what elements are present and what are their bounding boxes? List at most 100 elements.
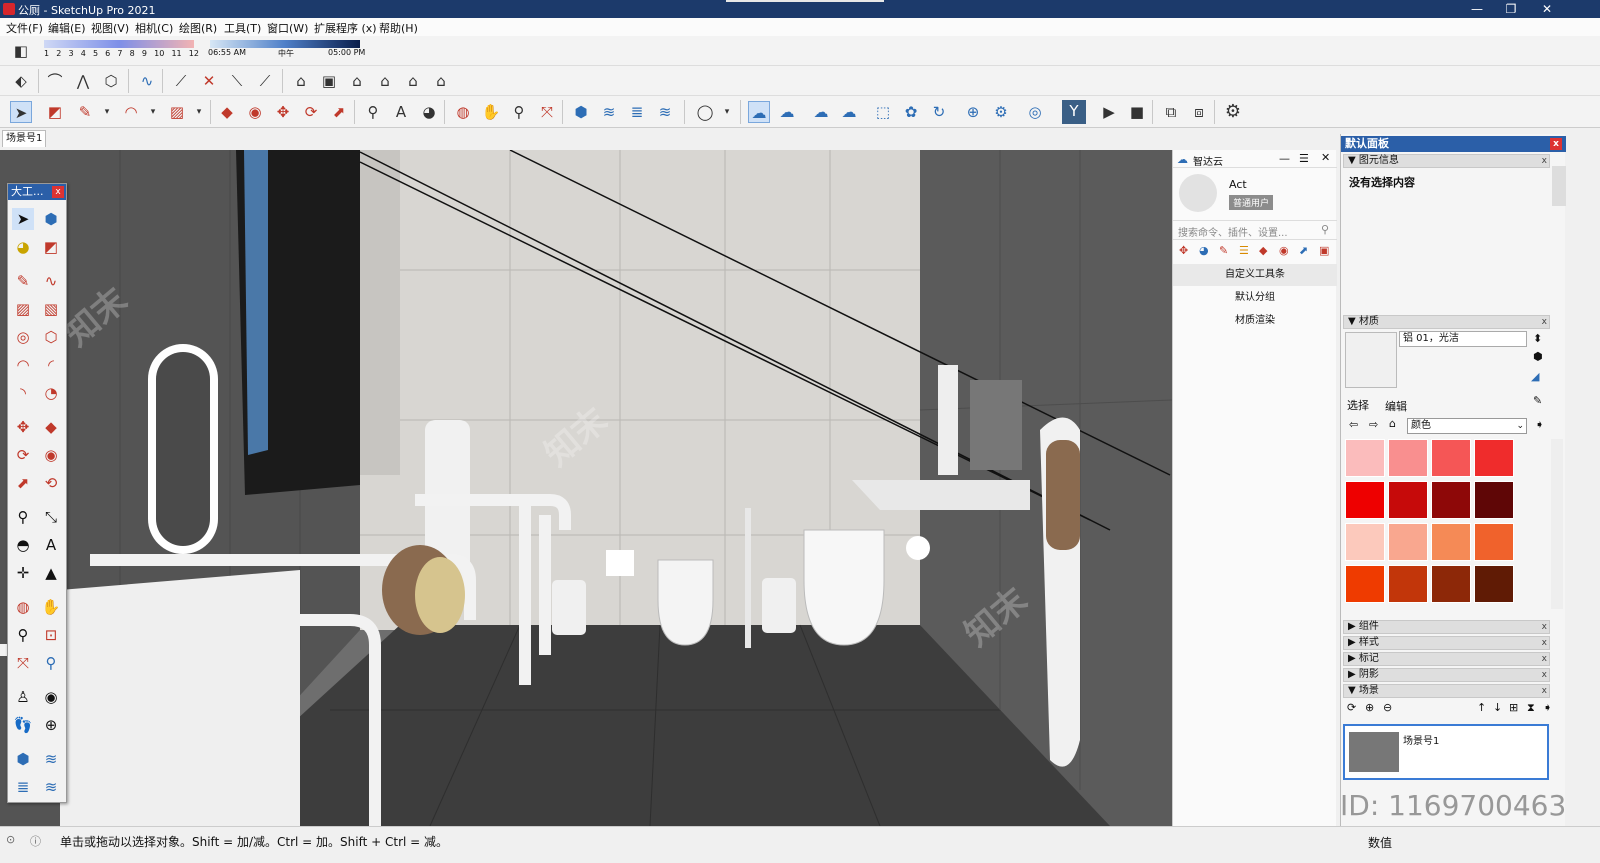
- zhida-item-render[interactable]: 材质渲染: [1173, 310, 1337, 332]
- download-icon[interactable]: ⊕: [962, 101, 984, 123]
- right-view-icon[interactable]: ⌂: [374, 70, 396, 92]
- quick-scale-icon[interactable]: ⬈: [1299, 244, 1308, 257]
- color-swatch[interactable]: [1388, 439, 1428, 477]
- move-tool-icon[interactable]: ✥: [12, 416, 34, 438]
- details-arrow-icon[interactable]: ➧: [1535, 418, 1544, 431]
- account-dropdown-icon[interactable]: ▾: [716, 101, 738, 123]
- followme-tool-icon[interactable]: ◉: [40, 444, 62, 466]
- text-icon[interactable]: A: [390, 101, 412, 123]
- material-model-icon[interactable]: ⬍: [1533, 332, 1542, 345]
- look-around-icon[interactable]: ◉: [40, 686, 62, 708]
- entity-info-header[interactable]: ▼ 图元信息 x: [1343, 154, 1550, 168]
- line-icon[interactable]: ✎: [74, 101, 96, 123]
- cloud-upload-icon[interactable]: ☁: [810, 101, 832, 123]
- user-avatar[interactable]: [1179, 174, 1217, 212]
- zhida-item-toolbar[interactable]: 自定义工具条: [1173, 264, 1337, 286]
- model-viewport[interactable]: 知末 知末 知末: [0, 150, 1172, 826]
- axes-tool-icon[interactable]: ✛: [12, 562, 34, 584]
- quick-move-icon[interactable]: ✥: [1179, 244, 1188, 257]
- color-swatch[interactable]: [1431, 481, 1471, 519]
- materials-header[interactable]: ▼ 材质 x: [1343, 315, 1550, 329]
- gear-icon[interactable]: ⚙: [1222, 101, 1244, 123]
- color-swatch[interactable]: [1388, 565, 1428, 603]
- camera-remove-icon[interactable]: ⧈: [1188, 101, 1210, 123]
- zhida-minimize[interactable]: —: [1279, 152, 1290, 165]
- forward-arrow-icon[interactable]: ⇨: [1369, 418, 1378, 431]
- stop-icon[interactable]: ■: [1126, 101, 1148, 123]
- shape-dropdown-icon[interactable]: ▾: [188, 101, 210, 123]
- components-header[interactable]: ▶ 组件 x: [1343, 620, 1550, 634]
- cloud-sync-icon[interactable]: ☁: [748, 101, 770, 123]
- walk-icon[interactable]: 👣: [12, 714, 34, 736]
- large-tool-set-header[interactable]: 大工... x: [8, 184, 66, 200]
- color-swatch[interactable]: [1431, 523, 1471, 561]
- ext-manager-tool-icon[interactable]: ≋: [40, 776, 62, 798]
- 3d-text-icon[interactable]: ▲: [40, 562, 62, 584]
- color-swatch[interactable]: [1431, 565, 1471, 603]
- menu-help[interactable]: 帮助(H): [379, 20, 418, 36]
- zhida-search-box[interactable]: 搜索命令、插件、设置... ⚲: [1173, 220, 1337, 240]
- extension-warehouse-icon[interactable]: ≋: [598, 101, 620, 123]
- position-camera-icon[interactable]: ♙: [12, 686, 34, 708]
- axis-z-icon[interactable]: ⟋: [254, 70, 276, 92]
- arc-tool-icon[interactable]: ◠: [12, 354, 34, 376]
- quick-pen-icon[interactable]: ✎: [1219, 244, 1228, 257]
- eraser-tool-icon[interactable]: ◩: [44, 101, 66, 123]
- sandbox-scratch-icon[interactable]: ⋀: [72, 70, 94, 92]
- rotate-icon[interactable]: ⟳: [300, 101, 322, 123]
- cloud-download-icon[interactable]: ☁: [838, 101, 860, 123]
- rect-tool-icon[interactable]: ▨: [12, 298, 34, 320]
- menu-edit[interactable]: 编辑(E): [48, 20, 86, 36]
- large-tool-set-close[interactable]: x: [52, 186, 64, 198]
- tags-header[interactable]: ▶ 标记 x: [1343, 652, 1550, 666]
- previous-view-icon[interactable]: ⚲: [40, 652, 62, 674]
- offset-icon[interactable]: ⟲: [40, 472, 62, 494]
- arc-dropdown-icon[interactable]: ▾: [142, 101, 164, 123]
- month-slider[interactable]: [44, 40, 194, 48]
- iso-view-icon[interactable]: ⌂: [290, 70, 312, 92]
- quick-view-icon[interactable]: ▣: [1319, 244, 1329, 257]
- warehouse-icon[interactable]: ⬢: [570, 101, 592, 123]
- search-icon[interactable]: ⚲: [1321, 223, 1329, 236]
- account-icon[interactable]: ◯: [694, 101, 716, 123]
- text-tool-icon[interactable]: A: [40, 534, 62, 556]
- color-swatch[interactable]: [1474, 481, 1514, 519]
- eraser-tool2-icon[interactable]: ◩: [40, 236, 62, 258]
- material-create-icon[interactable]: ⬢: [1533, 350, 1543, 363]
- extension-manager-icon[interactable]: ≋: [654, 101, 676, 123]
- cloud-search-icon[interactable]: ☁: [776, 101, 798, 123]
- color-swatch[interactable]: [1431, 439, 1471, 477]
- move-icon[interactable]: ✥: [272, 101, 294, 123]
- scene-update-icon[interactable]: ⟳: [1347, 701, 1356, 714]
- scene-up-icon[interactable]: ↑: [1477, 701, 1486, 714]
- shadows-header[interactable]: ▶ 阴影 x: [1343, 668, 1550, 682]
- tab-edit[interactable]: 编辑: [1385, 398, 1407, 414]
- tape-measure-icon[interactable]: ⚲: [362, 101, 384, 123]
- scene-add-icon[interactable]: ⊕: [1365, 701, 1374, 714]
- styles-header[interactable]: ▶ 样式 x: [1343, 636, 1550, 650]
- protractor-icon[interactable]: ◓: [12, 534, 34, 556]
- zoom-tool-icon[interactable]: ⚲: [12, 624, 34, 646]
- menu-tools[interactable]: 工具(T): [224, 20, 261, 36]
- scenes-header[interactable]: ▼ 场景 x: [1343, 684, 1550, 698]
- export-icon[interactable]: ⬚: [872, 101, 894, 123]
- freehand-icon[interactable]: ∿: [40, 270, 62, 292]
- quick-follow-icon[interactable]: ◉: [1279, 244, 1289, 257]
- bezier-icon[interactable]: ∿: [136, 70, 158, 92]
- select-tool-icon[interactable]: ➤: [12, 208, 34, 230]
- circle-icon[interactable]: ◎: [12, 326, 34, 348]
- components-icon[interactable]: ✿: [900, 101, 922, 123]
- arc3-icon[interactable]: ◝: [12, 382, 34, 404]
- follow-me-icon[interactable]: ◉: [244, 101, 266, 123]
- orbit-tool-icon[interactable]: ◍: [12, 596, 34, 618]
- zhida-close[interactable]: ✕: [1321, 151, 1330, 164]
- pan-tool-icon[interactable]: ✋: [40, 596, 62, 618]
- arc-icon[interactable]: ◠: [120, 101, 142, 123]
- quick-paint-icon[interactable]: ◕: [1199, 244, 1209, 257]
- sandbox-contours-icon[interactable]: ⌒: [44, 70, 66, 92]
- push-pull-icon[interactable]: ◆: [216, 101, 238, 123]
- pie-icon[interactable]: ◔: [40, 382, 62, 404]
- section-tool-icon[interactable]: ⊕: [40, 714, 62, 736]
- scale-icon[interactable]: ⬈: [328, 101, 350, 123]
- layout-icon[interactable]: ≣: [626, 101, 648, 123]
